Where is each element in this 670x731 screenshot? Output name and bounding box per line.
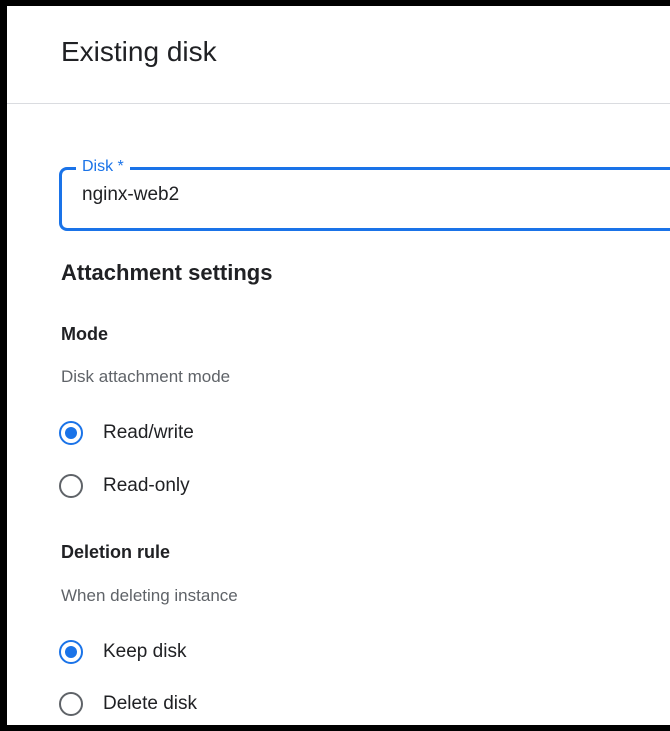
radio-label: Read-only: [103, 475, 190, 496]
radio-unchecked-icon[interactable]: [59, 474, 83, 498]
deletion-radio-keep-disk[interactable]: Keep disk: [59, 637, 186, 667]
deletion-rule-help-text: When deleting instance: [61, 586, 238, 605]
panel-header: Existing disk: [7, 6, 670, 104]
disk-field-label: Disk *: [76, 156, 130, 178]
existing-disk-panel: Existing disk Disk * Attachment settings…: [7, 6, 670, 725]
radio-checked-icon[interactable]: [59, 640, 83, 664]
mode-radio-read-only[interactable]: Read-only: [59, 471, 190, 501]
attachment-settings-title: Attachment settings: [61, 260, 273, 285]
radio-checked-icon[interactable]: [59, 421, 83, 445]
disk-input[interactable]: [82, 184, 642, 206]
disk-field[interactable]: Disk *: [59, 156, 670, 231]
radio-label: Keep disk: [103, 641, 187, 662]
page-title: Existing disk: [61, 36, 217, 67]
mode-radio-read-write[interactable]: Read/write: [59, 418, 194, 448]
radio-label: Read/write: [103, 422, 194, 443]
deletion-rule-title: Deletion rule: [61, 542, 171, 562]
mode-title: Mode: [61, 324, 108, 344]
radio-label: Delete disk: [103, 693, 197, 714]
radio-unchecked-icon[interactable]: [59, 692, 83, 716]
mode-help-text: Disk attachment mode: [61, 367, 231, 386]
deletion-radio-delete-disk[interactable]: Delete disk: [59, 689, 197, 719]
